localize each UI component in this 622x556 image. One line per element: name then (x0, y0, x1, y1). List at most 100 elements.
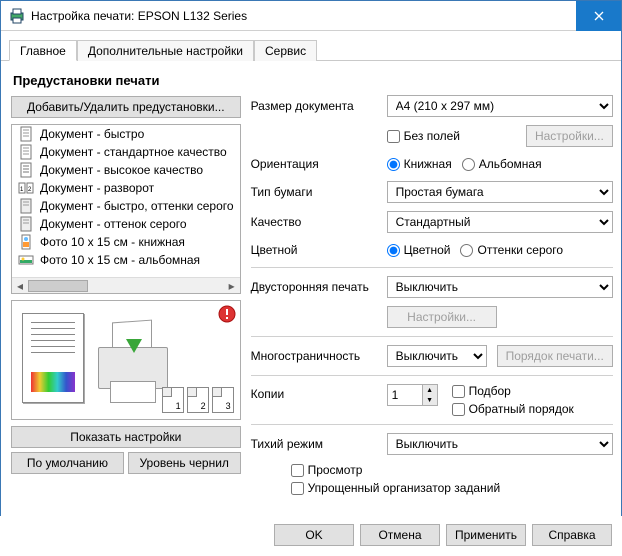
ink-levels-button[interactable]: Уровень чернил (128, 452, 241, 474)
preset-label: Документ - высокое качество (40, 163, 203, 177)
color-gray-text: Оттенки серого (477, 243, 563, 257)
presets-heading: Предустановки печати (11, 67, 241, 96)
collate-checkbox[interactable]: Подбор (452, 384, 574, 398)
simple-organizer-label: Упрощенный организатор заданий (308, 481, 501, 495)
tab-advanced[interactable]: Дополнительные настройки (77, 40, 254, 61)
quality-label: Качество (251, 215, 379, 229)
preset-label: Документ - оттенок серого (40, 217, 187, 231)
quality-select[interactable]: Стандартный (387, 211, 613, 233)
preset-label: Фото 10 x 15 см - книжная (40, 235, 185, 249)
borderless-label: Без полей (404, 129, 460, 143)
tab-service[interactable]: Сервис (254, 40, 317, 61)
preset-item[interactable]: 12 Документ - разворот (12, 179, 240, 197)
doc-icon (18, 144, 34, 160)
paper-type-label: Тип бумаги (251, 185, 379, 199)
preset-label: Документ - быстро (40, 127, 144, 141)
alert-icon (218, 305, 236, 323)
duplex-settings-button: Настройки... (387, 306, 497, 328)
multipage-select[interactable]: Выключить (387, 345, 487, 367)
separator (251, 267, 613, 268)
doc-gray-icon (18, 216, 34, 232)
window-title: Настройка печати: EPSON L132 Series (31, 9, 576, 23)
reverse-label: Обратный порядок (469, 402, 574, 416)
duplex-select[interactable]: Выключить (387, 276, 613, 298)
orientation-landscape-label: Альбомная (479, 157, 542, 171)
apply-button[interactable]: Применить (446, 524, 526, 546)
preset-label: Фото 10 x 15 см - альбомная (40, 253, 200, 267)
preset-horizontal-scrollbar[interactable]: ◂ ▸ (12, 277, 240, 293)
borderless-input[interactable] (387, 130, 400, 143)
reverse-input[interactable] (452, 403, 465, 416)
orientation-portrait-label: Книжная (404, 157, 452, 171)
defaults-button[interactable]: По умолчанию (11, 452, 124, 474)
help-button[interactable]: Справка (532, 524, 612, 546)
doc-size-select[interactable]: A4 (210 x 297 мм) (387, 95, 613, 117)
preset-item[interactable]: Документ - стандартное качество (12, 143, 240, 161)
doc-gray-icon (18, 198, 34, 214)
orientation-label: Ориентация (251, 157, 379, 171)
color-gray-input[interactable] (460, 244, 473, 257)
preset-label: Документ - разворот (40, 181, 154, 195)
collate-label: Подбор (469, 384, 511, 398)
orientation-landscape-input[interactable] (462, 158, 475, 171)
preview-input[interactable] (291, 464, 304, 477)
photo-landscape-icon (18, 252, 34, 268)
quiet-label: Тихий режим (251, 437, 379, 451)
copies-down[interactable]: ▼ (423, 395, 437, 405)
page-order-button: Порядок печати... (497, 345, 613, 367)
printer-app-icon (9, 8, 25, 24)
show-settings-button[interactable]: Показать настройки (11, 426, 241, 448)
photo-portrait-icon (18, 234, 34, 250)
spread-icon: 12 (18, 180, 34, 196)
separator (251, 424, 613, 425)
preset-list[interactable]: Документ - быстро Документ - стандартное… (11, 124, 241, 294)
preview-copies-icons (162, 387, 234, 413)
window-titlebar: Настройка печати: EPSON L132 Series (1, 1, 621, 31)
preset-item[interactable]: Документ - высокое качество (12, 161, 240, 179)
doc-icon (18, 126, 34, 142)
preset-label: Документ - стандартное качество (40, 145, 227, 159)
preset-item[interactable]: Фото 10 x 15 см - альбомная (12, 251, 240, 269)
simple-organizer-checkbox[interactable]: Упрощенный организатор заданий (291, 481, 501, 495)
preset-item[interactable]: Документ - оттенок серого (12, 215, 240, 233)
borderless-checkbox[interactable]: Без полей (387, 129, 460, 143)
quiet-select[interactable]: Выключить (387, 433, 613, 455)
preview-page (22, 313, 84, 403)
multipage-label: Многостраничность (251, 349, 379, 363)
scroll-left-arrow[interactable]: ◂ (12, 278, 28, 294)
color-color-input[interactable] (387, 244, 400, 257)
preset-label: Документ - быстро, оттенки серого (40, 199, 234, 213)
preset-item[interactable]: Фото 10 x 15 см - книжная (12, 233, 240, 251)
paper-type-select[interactable]: Простая бумага (387, 181, 613, 203)
preset-item[interactable]: Документ - быстро, оттенки серого (12, 197, 240, 215)
copies-input[interactable] (388, 385, 422, 405)
copies-spinner[interactable]: ▲ ▼ (387, 384, 438, 406)
orientation-portrait-radio[interactable]: Книжная (387, 157, 452, 171)
preview-label: Просмотр (308, 463, 363, 477)
orientation-landscape-radio[interactable]: Альбомная (462, 157, 542, 171)
color-gray-radio[interactable]: Оттенки серого (460, 243, 563, 257)
duplex-label: Двусторонняя печать (251, 280, 379, 294)
color-color-radio[interactable]: Цветной (387, 243, 451, 257)
reverse-checkbox[interactable]: Обратный порядок (452, 402, 574, 416)
doc-size-label: Размер документа (251, 99, 379, 113)
ok-button[interactable]: OK (274, 524, 354, 546)
preview-checkbox[interactable]: Просмотр (291, 463, 363, 477)
dialog-button-bar: OK Отмена Применить Справка (0, 516, 622, 556)
copies-up[interactable]: ▲ (423, 385, 437, 395)
collate-input[interactable] (452, 385, 465, 398)
color-label: Цветной (251, 243, 379, 257)
tab-main[interactable]: Главное (9, 40, 77, 61)
doc-icon (18, 162, 34, 178)
preset-item[interactable]: Документ - быстро (12, 125, 240, 143)
separator (251, 336, 613, 337)
copies-label: Копии (251, 384, 379, 401)
scroll-thumb[interactable] (28, 280, 88, 292)
scroll-right-arrow[interactable]: ▸ (224, 278, 240, 294)
add-remove-presets-button[interactable]: Добавить/Удалить предустановки... (11, 96, 241, 118)
cancel-button[interactable]: Отмена (360, 524, 440, 546)
simple-organizer-input[interactable] (291, 482, 304, 495)
close-button[interactable] (576, 1, 621, 31)
orientation-portrait-input[interactable] (387, 158, 400, 171)
color-color-text: Цветной (404, 243, 451, 257)
